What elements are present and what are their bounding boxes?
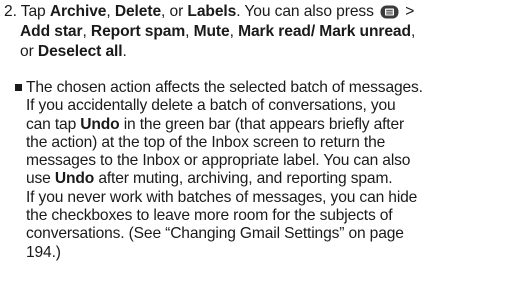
text: in the green bar (that appears briefly a… <box>123 115 405 133</box>
text: the checkboxes to leave more room for th… <box>26 207 393 225</box>
text: messages to the Inbox or appropriate lab… <box>26 152 411 170</box>
text: , <box>106 3 115 20</box>
deselect-all-term: Deselect all <box>37 43 123 60</box>
text: , <box>229 23 239 40</box>
bullet-note: The chosen action affects the selected b… <box>15 79 520 262</box>
bullet-line: can tap Undo in the green bar (that appe… <box>15 116 520 134</box>
text: > <box>401 3 415 20</box>
bullet-line: conversations. (See “Changing Gmail Sett… <box>15 225 520 243</box>
bullet-line: The chosen action affects the selected b… <box>15 79 520 97</box>
bullet-line: the action) at the top of the Inbox scre… <box>15 134 520 152</box>
menu-key-icon <box>380 5 399 19</box>
report-spam-term: Report spam <box>90 23 186 40</box>
text: . You can also press <box>236 3 374 20</box>
text: , or <box>161 3 188 20</box>
text: , <box>82 23 91 40</box>
text: 194.) <box>26 243 61 261</box>
bullet-line: If you never work with batches of messag… <box>15 189 520 207</box>
step-line-1: 2. Tap Archive, Delete, or Labels. You c… <box>4 2 519 22</box>
text: If you accidentally delete a batch of co… <box>26 97 396 115</box>
bullet-line: messages to the Inbox or appropriate lab… <box>15 152 520 170</box>
text: Tap <box>20 3 50 20</box>
manual-page: 2. Tap Archive, Delete, or Labels. You c… <box>0 0 525 299</box>
bullet-line: use Undo after muting, archiving, and re… <box>15 170 520 188</box>
step-line-3: or Deselect all. <box>4 42 519 62</box>
labels-term: Labels <box>187 3 237 20</box>
text: The chosen action affects the selected b… <box>26 79 423 96</box>
delete-term: Delete <box>114 3 162 20</box>
mute-term: Mute <box>193 23 230 40</box>
text: the action) at the top of the Inbox scre… <box>26 133 386 151</box>
bullet-line: the checkboxes to leave more room for th… <box>15 207 520 225</box>
text: , <box>410 23 416 40</box>
instruction-step-2: 2. Tap Archive, Delete, or Labels. You c… <box>4 2 519 62</box>
archive-term: Archive <box>49 3 107 20</box>
mark-read-term: Mark read/ Mark unread <box>238 23 411 40</box>
step-number: 2. <box>4 3 17 20</box>
bullet-line: 194.) <box>15 244 520 262</box>
step-line-2: Add star, Report spam, Mute, Mark read/ … <box>4 22 519 42</box>
text: If you never work with batches of messag… <box>26 188 418 206</box>
text: . <box>122 43 127 60</box>
text: , <box>185 23 194 40</box>
add-star-term: Add star <box>20 23 83 40</box>
text: conversations. (See “Changing Gmail Sett… <box>26 225 404 243</box>
text: or <box>20 43 38 60</box>
undo-term: Undo <box>80 115 120 133</box>
text: can tap <box>26 115 81 133</box>
square-bullet-icon <box>15 84 22 91</box>
text: after muting, archiving, and reporting s… <box>98 170 393 188</box>
bullet-line: If you accidentally delete a batch of co… <box>15 97 520 115</box>
text: use <box>26 170 55 188</box>
undo-term: Undo <box>54 170 95 188</box>
